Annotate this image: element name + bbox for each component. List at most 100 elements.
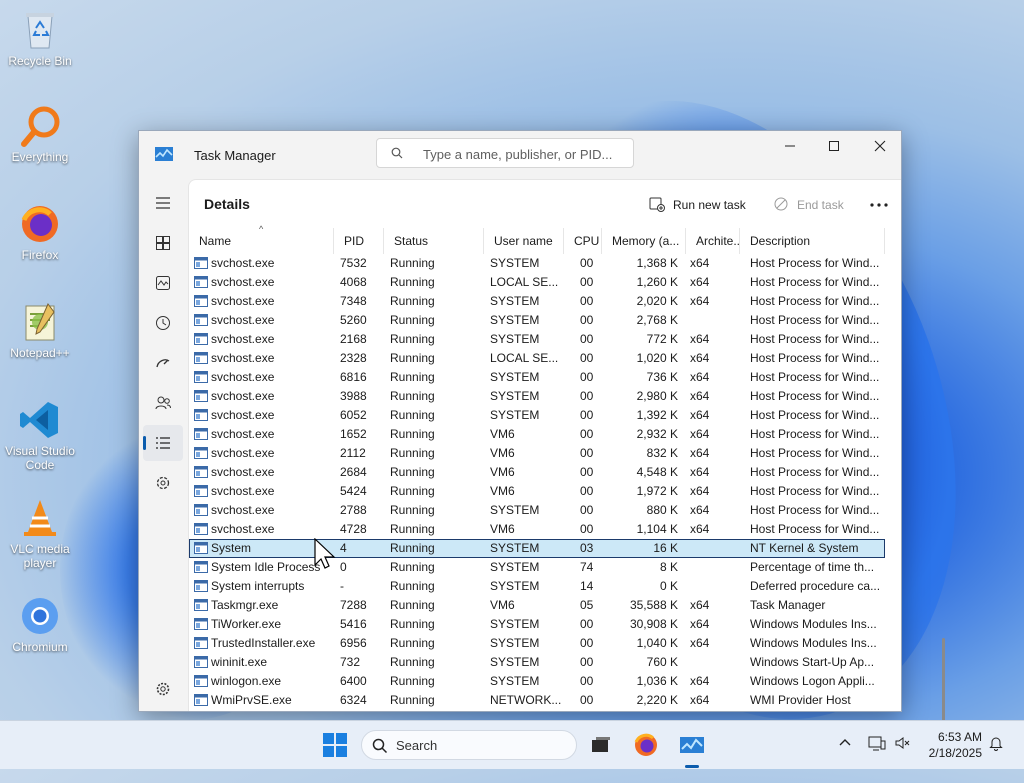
column-header-architecture[interactable]: Archite... (686, 228, 740, 254)
table-row[interactable]: System 4 Running SYSTEM 03 16 K NT Kernel & Sy… (189, 539, 885, 558)
minimize-icon (785, 145, 795, 147)
desktop-icon-everything[interactable]: Everything (4, 104, 76, 164)
cell-status: Running (390, 693, 435, 707)
cell-desc: Host Process for Wind... (750, 446, 880, 460)
chevron-up-icon[interactable] (838, 735, 852, 749)
cell-mem: 30,908 K (629, 617, 678, 631)
table-row[interactable]: TrustedInstaller.exe 6956 Running SYSTEM 00 1… (189, 634, 885, 653)
app-history-icon (156, 316, 170, 330)
table-row[interactable]: TiWorker.exe 5416 Running SYSTEM 00 30,908 K x… (189, 615, 885, 634)
cell-name: svchost.exe (211, 408, 275, 422)
cell-arch: x64 (690, 674, 710, 688)
cell-status: Running (390, 655, 435, 669)
table-row[interactable]: svchost.exe 6052 Running SYSTEM 00 1,392 K x64… (189, 406, 885, 425)
nav-services[interactable] (143, 465, 183, 501)
desktop-icon-notepadpp[interactable]: Notepad++ (4, 300, 76, 360)
table-row[interactable]: svchost.exe 6816 Running SYSTEM 00 736 K x64 Ho… (189, 368, 885, 387)
taskbar-clock[interactable]: 6:53 AM 2/18/2025 (918, 729, 982, 761)
cell-status: Running (390, 484, 435, 498)
column-header-cpu[interactable]: CPU (564, 228, 602, 254)
desktop-icon-recycle-bin[interactable]: Recycle Bin (4, 8, 76, 68)
cell-desc: Host Process for Wind... (750, 465, 880, 479)
table-row[interactable]: svchost.exe 5424 Running VM6 00 1,972 K x64 Hos… (189, 482, 885, 501)
table-row[interactable]: svchost.exe 4728 Running VM6 00 1,104 K x64 Hos… (189, 520, 885, 539)
cell-status: Running (390, 427, 435, 441)
cell-cpu: 00 (580, 313, 594, 327)
cell-mem: 760 K (646, 655, 678, 669)
table-row[interactable]: wininit.exe 732 Running SYSTEM 00 760 K Window… (189, 653, 885, 672)
minimize-button[interactable] (767, 131, 813, 161)
cell-status: Running (390, 503, 435, 517)
desktop-icon-chromium[interactable]: Chromium (4, 594, 76, 654)
desktop-icon-vlc[interactable]: VLC media player (4, 496, 76, 570)
table-row[interactable]: svchost.exe 2168 Running SYSTEM 00 772 K x64 Ho… (189, 330, 885, 349)
column-header-pid[interactable]: PID (334, 228, 384, 254)
cell-name: svchost.exe (211, 370, 275, 384)
column-header-status[interactable]: Status (384, 228, 484, 254)
process-icon (194, 295, 208, 307)
table-row[interactable]: svchost.exe 5260 Running SYSTEM 00 2,768 K Hos… (189, 311, 885, 330)
title-bar[interactable]: Task Manager Type a name, publisher, or … (139, 131, 901, 179)
volume-muted-icon[interactable] (894, 735, 910, 751)
maximize-button[interactable] (811, 131, 857, 161)
cell-pid: 2684 (340, 465, 367, 479)
table-row[interactable]: svchost.exe 2328 Running LOCAL SE... 00 1,020… (189, 349, 885, 368)
process-icon (194, 694, 208, 706)
cell-desc: Host Process for Wind... (750, 370, 880, 384)
table-row[interactable]: winlogon.exe 6400 Running SYSTEM 00 1,036 K x6… (189, 672, 885, 691)
cell-status: Running (390, 313, 435, 327)
column-header-description[interactable]: Description (740, 228, 885, 254)
task-view-button[interactable] (584, 729, 616, 761)
column-header-name[interactable]: Name (189, 228, 334, 254)
side-navigation (139, 179, 187, 711)
taskbar-search-box[interactable]: Search (361, 730, 577, 760)
cell-arch: x64 (690, 427, 710, 441)
nav-app-history[interactable] (143, 305, 183, 341)
desktop-icon-firefox[interactable]: Firefox (4, 202, 76, 262)
nav-processes[interactable] (143, 225, 183, 261)
desktop-icon-vscode[interactable]: Visual Studio Code (4, 398, 76, 472)
hamburger-menu-button[interactable] (143, 185, 183, 221)
table-row[interactable]: svchost.exe 3988 Running SYSTEM 00 2,980 K x64… (189, 387, 885, 406)
nav-startup-apps[interactable] (143, 345, 183, 381)
performance-icon (156, 276, 170, 290)
cell-mem: 1,036 K (636, 674, 678, 688)
process-icon (194, 675, 208, 687)
table-row[interactable]: WmiPrvSE.exe 6324 Running NETWORK... 00 2,220… (189, 691, 885, 710)
taskbar-task-manager[interactable] (676, 729, 708, 761)
nav-settings[interactable] (143, 671, 183, 707)
more-options-icon[interactable] (867, 197, 891, 213)
nav-users[interactable] (143, 385, 183, 421)
cell-name: svchost.exe (211, 446, 275, 460)
table-row[interactable]: svchost.exe 7348 Running SYSTEM 00 2,020 K x64… (189, 292, 885, 311)
table-row[interactable]: svchost.exe 1652 Running VM6 00 2,932 K x64 Hos… (189, 425, 885, 444)
cell-desc: Host Process for Wind... (750, 313, 880, 327)
search-input[interactable]: Type a name, publisher, or PID... (376, 138, 634, 168)
nav-performance[interactable] (143, 265, 183, 301)
table-row[interactable]: System Idle Process 0 Running SYSTEM 74 8 K Pe… (189, 558, 885, 577)
cell-mem: 2,020 K (636, 294, 678, 308)
start-button[interactable] (319, 729, 351, 761)
process-icon (194, 466, 208, 478)
table-row[interactable]: svchost.exe 2112 Running VM6 00 832 K x64 Host … (189, 444, 885, 463)
table-row[interactable]: svchost.exe 4068 Running LOCAL SE... 00 1,260… (189, 273, 885, 292)
nav-details[interactable] (143, 425, 183, 461)
network-icon[interactable] (868, 735, 886, 751)
notification-bell-icon[interactable] (988, 735, 1004, 751)
cell-name: svchost.exe (211, 332, 275, 346)
column-header-memory[interactable]: Memory (a... (602, 228, 686, 254)
table-row[interactable]: System interrupts - Running SYSTEM 14 0 K Defe… (189, 577, 885, 596)
maximize-icon (829, 141, 839, 151)
close-button[interactable] (857, 131, 903, 161)
column-header-user-name[interactable]: User name (484, 228, 564, 254)
table-row[interactable]: svchost.exe 2684 Running VM6 00 4,548 K x64 Hos… (189, 463, 885, 482)
cell-cpu: 00 (580, 693, 594, 707)
cell-user: VM6 (490, 484, 515, 498)
cell-arch: x64 (690, 294, 710, 308)
table-row[interactable]: Taskmgr.exe 7288 Running VM6 05 35,588 K x64 Ta… (189, 596, 885, 615)
cell-mem: 1,972 K (636, 484, 678, 498)
taskbar-firefox[interactable] (630, 729, 662, 761)
table-row[interactable]: svchost.exe 2788 Running SYSTEM 00 880 K x64 Ho… (189, 501, 885, 520)
table-row[interactable]: svchost.exe 7532 Running SYSTEM 00 1,368 K x64… (189, 254, 885, 273)
cell-cpu: 00 (580, 655, 594, 669)
